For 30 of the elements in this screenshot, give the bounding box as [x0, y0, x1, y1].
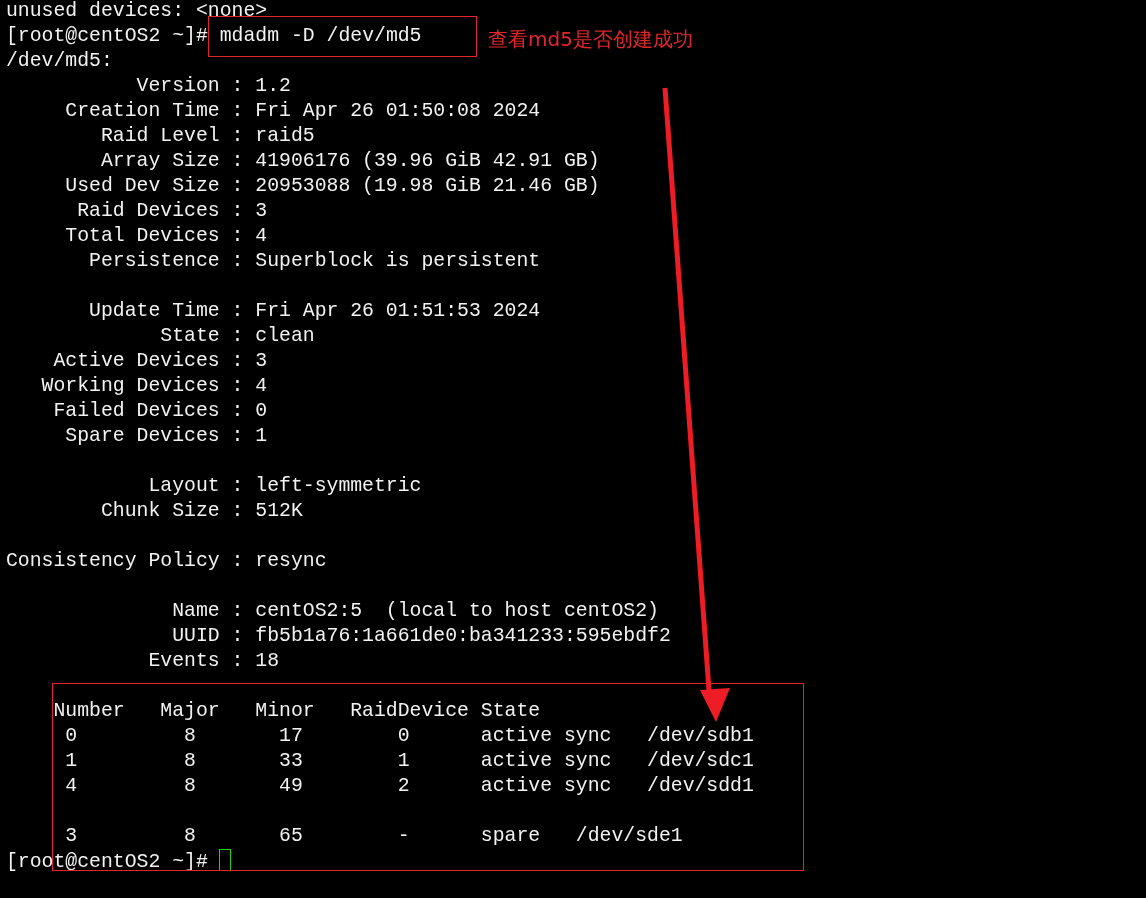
- terminal-line: Array Size : 41906176 (39.96 GiB 42.91 GB): [99, 150, 600, 172]
- terminal-line: Creation Time : Fri Apr 26 01:50:08 2024: [64, 100, 541, 122]
- terminal-line: Total Devices : 4: [64, 225, 268, 247]
- table-row-text: 0 8 17 0 active sync /dev/sdb1: [64, 725, 754, 747]
- terminal-line: Update Time : Fri Apr 26 01:51:53 2024: [88, 300, 541, 322]
- shell-prompt: [root@centOS2 ~]#: [6, 25, 208, 47]
- command-text: mdadm -D /dev/md5: [207, 16, 477, 57]
- terminal-line: Working Devices : 4: [40, 375, 268, 397]
- table-row-text: 3 8 65 - spare /dev/sde1: [64, 825, 683, 847]
- terminal-line: Events : 18: [147, 650, 280, 672]
- terminal-line: Used Dev Size : 20953088 (19.98 GiB 21.46 GB): [64, 175, 600, 197]
- terminal-line: UUID : fb5b1a76:1a661de0:ba341233:595ebdf2: [171, 625, 671, 647]
- terminal-line: Chunk Size : 512K: [99, 500, 303, 522]
- terminal-line: Active Devices : 3: [52, 350, 268, 372]
- terminal-line: Raid Devices : 3: [76, 200, 268, 222]
- terminal-line: Spare Devices : 1: [64, 425, 268, 447]
- terminal-line: Version : 1.2: [135, 75, 291, 97]
- text-cursor: [218, 849, 231, 871]
- table-row-text: 4 8 49 2 active sync /dev/sdd1: [64, 775, 754, 797]
- terminal-line: State : clean: [159, 325, 315, 347]
- table-header: Number Major Minor RaidDevice State: [52, 700, 541, 722]
- annotation-text: 查看md5是否创建成功: [488, 26, 693, 53]
- terminal-line: Layout : left-symmetric: [147, 475, 422, 497]
- terminal-line: Consistency Policy : resync: [6, 550, 327, 572]
- terminal-line: Persistence : Superblock is persistent: [88, 250, 541, 272]
- terminal-line: Name : centOS2:5 (local to host centOS2): [171, 600, 659, 622]
- table-row-text: 1 8 33 1 active sync /dev/sdc1: [64, 750, 754, 772]
- terminal-line: /dev/md5:: [6, 50, 113, 72]
- terminal-line: Failed Devices : 0: [52, 400, 268, 422]
- terminal-line: Raid Level : raid5: [99, 125, 315, 147]
